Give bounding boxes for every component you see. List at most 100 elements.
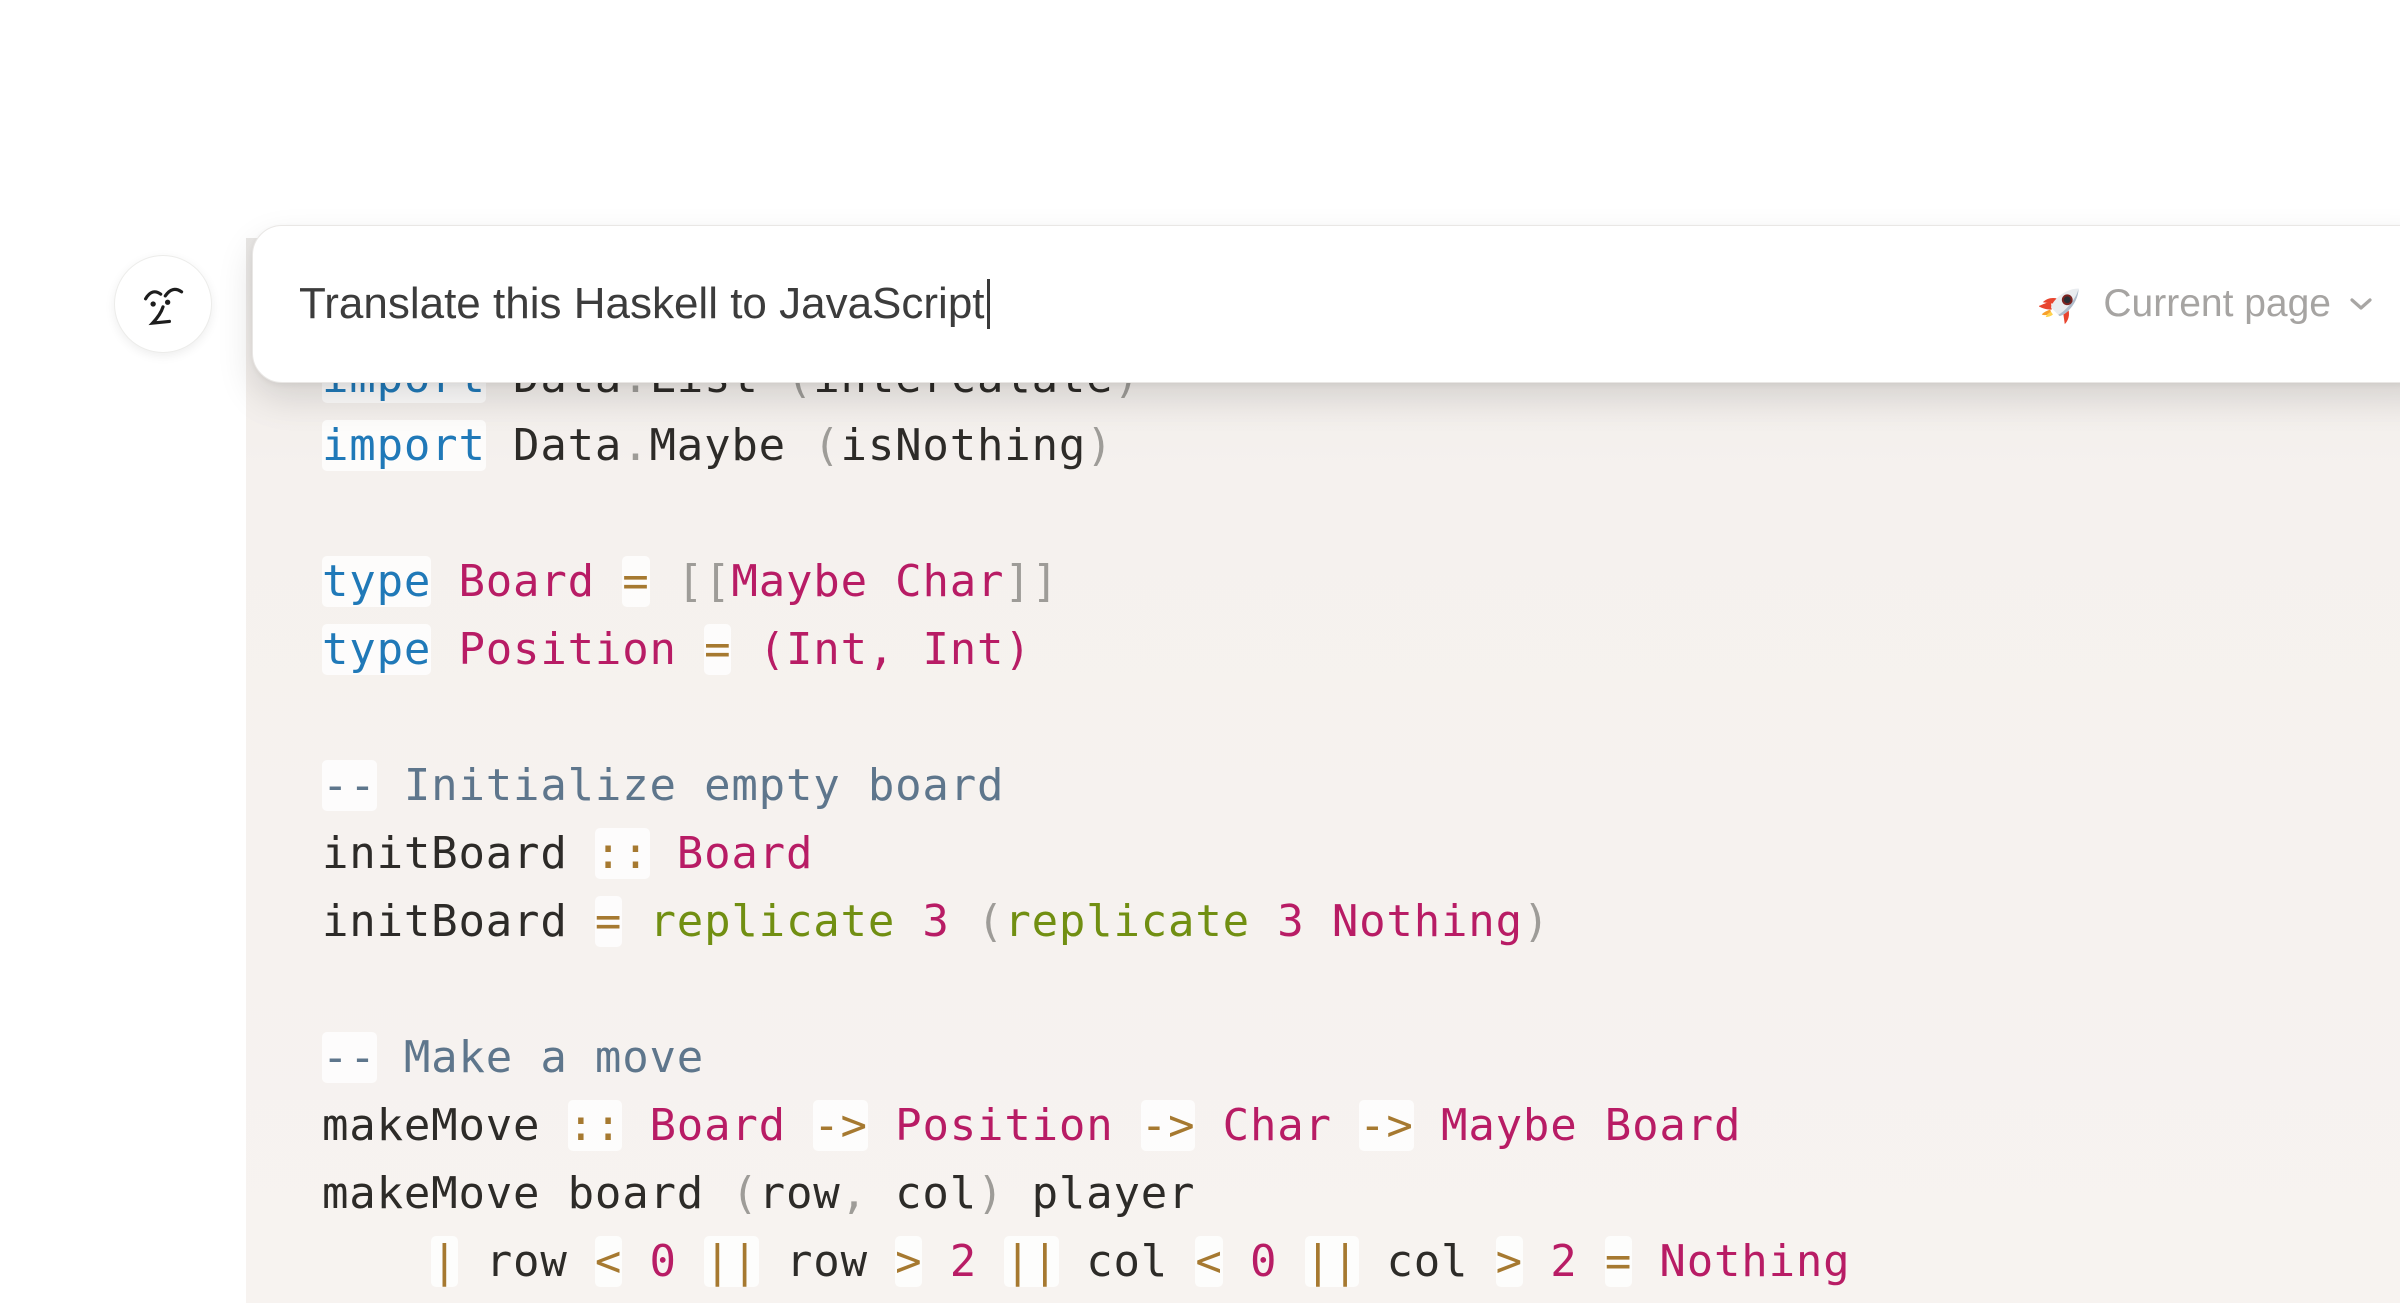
code-token xyxy=(1305,896,1332,947)
code-token: 2 xyxy=(1550,1236,1577,1287)
code-token: 0 xyxy=(650,1236,677,1287)
prompt-input-text: Translate this Haskell to JavaScript xyxy=(299,279,985,329)
code-token: Board xyxy=(458,556,594,607)
code-token xyxy=(322,1236,431,1287)
code-token xyxy=(895,896,922,947)
code-token: replicate xyxy=(650,896,896,947)
code-token xyxy=(1523,1236,1550,1287)
code-token: || xyxy=(704,1236,759,1287)
code-token: type xyxy=(322,624,431,675)
code-token: col xyxy=(1359,1236,1495,1287)
code-token xyxy=(1277,1236,1304,1287)
code-token: = xyxy=(622,556,649,607)
code-token: -> xyxy=(1359,1100,1414,1151)
code-token: Int xyxy=(786,624,868,675)
context-scope-dropdown[interactable]: Current page xyxy=(2039,280,2373,328)
code-token: :: xyxy=(595,828,650,879)
code-token: 0 xyxy=(1250,1236,1277,1287)
code-token: ( xyxy=(731,1168,758,1219)
code-token: initBoard xyxy=(322,828,595,879)
code-line: makeMove board (row, col) player xyxy=(322,1160,1850,1228)
code-token xyxy=(731,624,758,675)
code-token xyxy=(1195,1100,1222,1151)
code-line: makeMove :: Board -> Position -> Char ->… xyxy=(322,1092,1850,1160)
code-token: row xyxy=(759,1236,895,1287)
code-token: Maybe xyxy=(650,420,814,471)
code-line: import Data.Maybe (isNothing) xyxy=(322,412,1850,480)
code-token: || xyxy=(1004,1236,1059,1287)
code-token: 3 xyxy=(1277,896,1304,947)
code-token: 2 xyxy=(950,1236,977,1287)
code-token: Maybe xyxy=(731,556,867,607)
code-line: -- Initialize empty board xyxy=(322,752,1850,820)
code-token: = xyxy=(704,624,731,675)
code-token xyxy=(1578,1236,1605,1287)
rocket-emoji-icon xyxy=(2039,280,2087,328)
code-token: Char xyxy=(1223,1100,1332,1151)
code-token: makeMove xyxy=(322,1100,568,1151)
code-token: player xyxy=(1004,1168,1195,1219)
code-token: col xyxy=(1059,1236,1195,1287)
code-token: Board xyxy=(650,1100,786,1151)
code-token: Position xyxy=(895,1100,1113,1151)
code-line: | row < 0 || row > 2 || col < 0 || col >… xyxy=(322,1228,1850,1296)
code-token: ) xyxy=(1523,896,1550,947)
prompt-input[interactable]: Translate this Haskell to JavaScript xyxy=(299,279,2039,329)
code-token: Int xyxy=(922,624,1004,675)
code-line: type Board = [[Maybe Char]] xyxy=(322,548,1850,616)
code-token: Position xyxy=(458,624,676,675)
code-token: ( xyxy=(759,624,786,675)
code-token xyxy=(622,896,649,947)
code-line: initBoard :: Board xyxy=(322,820,1850,888)
code-token xyxy=(677,1236,704,1287)
code-token: row xyxy=(759,1168,841,1219)
code-token xyxy=(1223,1236,1250,1287)
code-token: -- xyxy=(322,1032,377,1083)
code-token: isNothing xyxy=(841,420,1087,471)
code-line: type Position = (Int, Int) xyxy=(322,616,1850,684)
code-token: ) xyxy=(1086,420,1113,471)
code-line xyxy=(322,956,1850,1024)
code-line: -- Make a move xyxy=(322,1024,1850,1092)
code-token xyxy=(868,1100,895,1151)
code-token xyxy=(650,828,677,879)
code-token: -> xyxy=(813,1100,868,1151)
code-token xyxy=(868,556,895,607)
code-token: < xyxy=(1195,1236,1222,1287)
code-token: row xyxy=(458,1236,594,1287)
code-token: ]] xyxy=(1004,556,1059,607)
text-caret xyxy=(987,279,990,329)
code-token: [[ xyxy=(677,556,732,607)
code-token: ( xyxy=(977,896,1004,947)
code-token: import xyxy=(322,420,486,471)
code-token: replicate xyxy=(1004,896,1250,947)
ai-prompt-bar[interactable]: Translate this Haskell to JavaScript Cur… xyxy=(252,225,2400,383)
code-token: Nothing xyxy=(1332,896,1523,947)
code-line xyxy=(322,480,1850,548)
code-token: 3 xyxy=(922,896,949,947)
code-token xyxy=(622,1236,649,1287)
code-token: type xyxy=(322,556,431,607)
code-token xyxy=(431,556,458,607)
code-token xyxy=(650,556,677,607)
code-token xyxy=(1250,896,1277,947)
code-token: > xyxy=(1496,1236,1523,1287)
code-token xyxy=(977,1236,1004,1287)
code-token: | xyxy=(431,1236,458,1287)
haskell-code: import Data.List (intercalate)import Dat… xyxy=(322,344,1850,1303)
code-token xyxy=(677,624,704,675)
code-token xyxy=(1577,1100,1604,1151)
code-token: < xyxy=(595,1236,622,1287)
code-token xyxy=(1632,1236,1659,1287)
code-token: > xyxy=(895,1236,922,1287)
code-block: import Data.List (intercalate)import Dat… xyxy=(246,238,2400,1303)
code-token: , xyxy=(841,1168,868,1219)
code-token: Make a move xyxy=(377,1032,704,1083)
code-token: Board xyxy=(677,828,813,879)
code-line: | isJust (board !! row !! col) = Nothing xyxy=(322,1296,1850,1303)
code-token: initBoard xyxy=(322,896,595,947)
code-token: = xyxy=(595,896,622,947)
code-token: Char xyxy=(895,556,1004,607)
code-token: Data xyxy=(486,420,622,471)
assistant-logo-button[interactable] xyxy=(114,255,212,353)
